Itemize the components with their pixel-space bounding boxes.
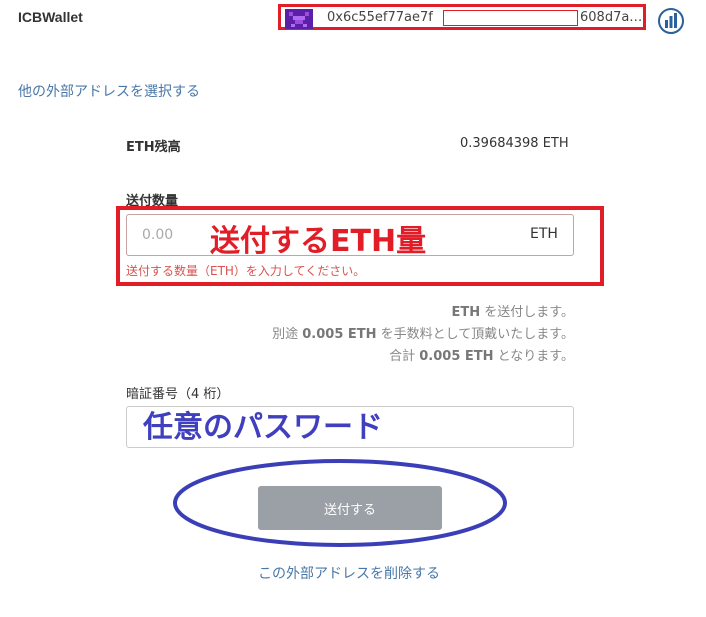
app-title: ICBWallet xyxy=(18,9,83,25)
bar-chart-icon[interactable] xyxy=(658,8,684,34)
amount-annotation: 送付するETH量 xyxy=(210,224,427,259)
eth-balance-label: ETH残高 xyxy=(126,140,181,155)
summary-fee-suffix: を手数料として頂戴いたします。 xyxy=(376,327,574,342)
send-button[interactable]: 送付する xyxy=(258,486,442,530)
amount-error-message: 送付する数量（ETH）を入力してください。 xyxy=(126,264,366,278)
summary-send-suffix: を送付します。 xyxy=(480,305,574,320)
pixel-avatar-icon xyxy=(285,9,313,29)
summary-fee-line: 別途 0.005 ETH を手数料として頂戴いたします。 xyxy=(272,323,574,342)
select-other-address-link[interactable]: 他の外部アドレスを選択する xyxy=(18,81,200,101)
wallet-address-start[interactable]: 0x6c55ef77ae7f xyxy=(327,10,433,25)
wallet-address-end[interactable]: 608d7a… xyxy=(580,10,642,25)
summary-total-suffix: となります。 xyxy=(493,349,574,364)
delete-address-link[interactable]: この外部アドレスを削除する xyxy=(258,563,440,583)
summary-send-line: ETH を送付します。 xyxy=(452,301,574,320)
summary-total-line: 合計 0.005 ETH となります。 xyxy=(389,345,574,364)
summary-send-value: ETH xyxy=(451,305,481,320)
summary-fee-value: 0.005 ETH xyxy=(302,327,377,342)
send-amount-placeholder: 0.00 xyxy=(142,227,174,243)
summary-fee-prefix: 別途 xyxy=(272,327,303,342)
summary-total-prefix: 合計 xyxy=(389,349,420,364)
pin-label: 暗証番号（4 桁） xyxy=(126,387,230,402)
address-redaction xyxy=(443,10,578,26)
eth-balance-value: 0.39684398 ETH xyxy=(460,136,569,151)
amount-unit: ETH xyxy=(530,226,558,242)
pin-annotation: 任意のパスワード xyxy=(143,410,383,445)
summary-total-value: 0.005 ETH xyxy=(419,349,494,364)
